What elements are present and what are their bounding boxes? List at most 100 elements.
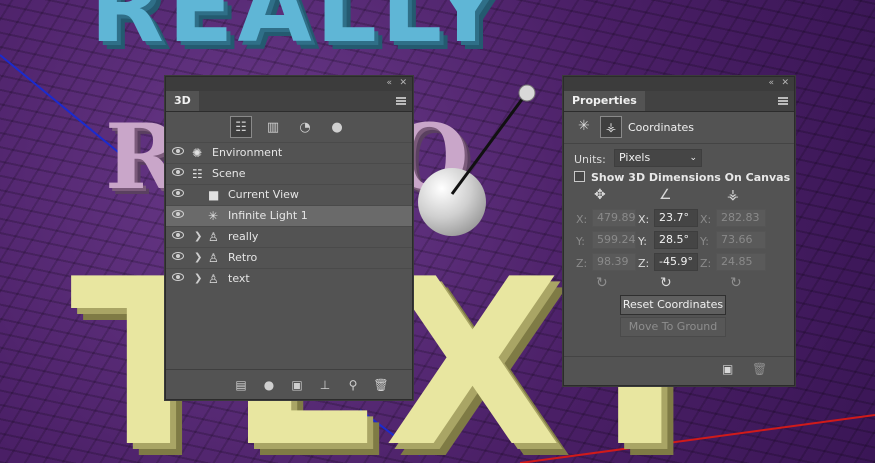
panel-menu-icon[interactable] bbox=[778, 97, 788, 105]
tree-item-scene[interactable]: ☷ Scene bbox=[166, 163, 412, 184]
collapse-icon[interactable]: « bbox=[386, 78, 392, 88]
move-to-ground-button[interactable]: Move To Ground bbox=[620, 317, 726, 337]
units-label: Units: bbox=[574, 153, 606, 166]
move-position-icon: ✥ bbox=[594, 187, 606, 203]
panel-bottom-toolbar: ▤ ● ▣ ⊥ ⚲ 🗑 bbox=[166, 369, 412, 399]
scale-y-label: Y: bbox=[700, 235, 709, 248]
tree-item-label: really bbox=[228, 230, 259, 243]
3d-panel: « ✕ 3D ☷ ▥ ◔ ● ✺ Environment ☷ Scene ■ C… bbox=[165, 76, 413, 400]
units-value: Pixels bbox=[619, 151, 651, 164]
mesh-filter-icon[interactable]: ▥ bbox=[262, 116, 284, 138]
tree-item-label: Environment bbox=[212, 146, 283, 159]
light-handle-knob bbox=[518, 84, 536, 102]
filter-toolbar: ☷ ▥ ◔ ● bbox=[166, 112, 412, 142]
pos-z-label: Z: bbox=[576, 257, 588, 270]
scale-z-field[interactable]: 24.85 bbox=[716, 253, 766, 271]
tab-properties[interactable]: Properties bbox=[564, 91, 645, 111]
chevron-right-icon[interactable]: ❯ bbox=[194, 248, 202, 268]
mesh-icon: ♙ bbox=[208, 251, 219, 265]
camera-move-icon[interactable]: ⚲ bbox=[344, 376, 362, 394]
rot-y-label: Y: bbox=[638, 235, 647, 248]
panel-menu-icon[interactable] bbox=[396, 97, 406, 105]
scale-z-label: Z: bbox=[700, 257, 712, 270]
ground-icon[interactable]: ⊥ bbox=[316, 376, 334, 394]
properties-section-tabs: ✳ ⚶ Coordinates bbox=[564, 112, 794, 142]
visibility-eye-icon[interactable] bbox=[172, 147, 184, 155]
section-divider bbox=[564, 143, 794, 144]
rot-x-label: X: bbox=[638, 213, 650, 226]
visibility-eye-icon[interactable] bbox=[172, 210, 184, 218]
environment-icon: ✺ bbox=[192, 146, 203, 160]
camera-icon: ■ bbox=[208, 188, 220, 202]
tree-item-infinite-light[interactable]: ✳ Infinite Light 1 bbox=[166, 205, 412, 226]
chevron-down-icon: ⌄ bbox=[689, 153, 697, 163]
units-select[interactable]: Pixels ⌄ bbox=[614, 149, 702, 167]
tree-item-label: Scene bbox=[212, 167, 246, 180]
scene-filter-icon[interactable]: ☷ bbox=[230, 116, 252, 138]
tree-item-current-view[interactable]: ■ Current View bbox=[166, 184, 412, 205]
reset-scale-icon[interactable]: ↻ bbox=[730, 275, 742, 291]
close-icon[interactable]: ✕ bbox=[781, 78, 789, 88]
tree-item-retro[interactable]: ❯ ♙ Retro bbox=[166, 247, 412, 268]
light-filter-icon[interactable]: ● bbox=[326, 116, 348, 138]
render-icon[interactable]: ▤ bbox=[232, 376, 250, 394]
tree-item-label: Current View bbox=[228, 188, 299, 201]
tree-item-label: Retro bbox=[228, 251, 258, 264]
light-icon: ✳ bbox=[208, 209, 219, 223]
coordinates-tab-icon[interactable]: ⚶ bbox=[600, 116, 622, 138]
rotation-y-field[interactable]: 28.5° bbox=[654, 231, 698, 249]
pos-y-label: Y: bbox=[576, 235, 585, 248]
tree-item-environment[interactable]: ✺ Environment bbox=[166, 142, 412, 163]
reset-coordinates-button[interactable]: Reset Coordinates bbox=[620, 295, 726, 315]
infinite-light-icon[interactable]: ✳ bbox=[578, 118, 590, 134]
mesh-icon: ♙ bbox=[208, 272, 219, 286]
panel-tabs: 3D bbox=[166, 91, 412, 112]
chevron-right-icon[interactable]: ❯ bbox=[194, 269, 202, 289]
show-dimensions-checkbox[interactable] bbox=[574, 171, 585, 182]
rotation-z-field[interactable]: -45.9° bbox=[654, 253, 698, 271]
tree-item-label: text bbox=[228, 272, 250, 285]
visibility-eye-icon[interactable] bbox=[172, 231, 184, 239]
add-light-icon[interactable]: ● bbox=[260, 376, 278, 394]
scale-y-field[interactable]: 73.66 bbox=[716, 231, 766, 249]
delete-icon[interactable]: 🗑 bbox=[752, 362, 767, 376]
show-dimensions-label: Show 3D Dimensions On Canvas bbox=[591, 171, 791, 184]
scene-tree: ✺ Environment ☷ Scene ■ Current View ✳ I… bbox=[166, 142, 412, 289]
panel-titlebar[interactable]: « ✕ bbox=[166, 77, 412, 91]
reset-position-icon[interactable]: ↻ bbox=[596, 275, 608, 291]
scale-x-field[interactable]: 282.83 bbox=[716, 209, 766, 227]
light-direction-line bbox=[450, 93, 528, 195]
rotation-x-field[interactable]: 23.7° bbox=[654, 209, 698, 227]
visibility-eye-icon[interactable] bbox=[172, 252, 184, 260]
tree-item-really[interactable]: ❯ ♙ really bbox=[166, 226, 412, 247]
reset-rotation-icon[interactable]: ↻ bbox=[660, 275, 672, 291]
mesh-icon: ♙ bbox=[208, 230, 219, 244]
material-filter-icon[interactable]: ◔ bbox=[294, 116, 316, 138]
new-view-icon[interactable]: ▣ bbox=[288, 376, 306, 394]
chevron-right-icon[interactable]: ❯ bbox=[194, 227, 202, 247]
position-y-field[interactable]: 599.24 bbox=[592, 231, 636, 249]
scale-x-label: X: bbox=[700, 213, 712, 226]
position-z-field[interactable]: 98.39 bbox=[592, 253, 636, 271]
properties-bottom-toolbar: ▣ 🗑 bbox=[564, 356, 794, 385]
tree-item-text[interactable]: ❯ ♙ text bbox=[166, 268, 412, 289]
visibility-eye-icon[interactable] bbox=[172, 189, 184, 197]
close-icon[interactable]: ✕ bbox=[399, 78, 407, 88]
panel-titlebar[interactable]: « ✕ bbox=[564, 77, 794, 91]
panel-tabs: Properties bbox=[564, 91, 794, 112]
visibility-eye-icon[interactable] bbox=[172, 168, 184, 176]
pos-x-label: X: bbox=[576, 213, 588, 226]
rotate-angle-icon: ∠ bbox=[659, 187, 672, 203]
collapse-icon[interactable]: « bbox=[768, 78, 774, 88]
position-x-field[interactable]: 479.89 bbox=[592, 209, 636, 227]
visibility-eye-icon[interactable] bbox=[172, 273, 184, 281]
tree-item-label: Infinite Light 1 bbox=[228, 209, 308, 222]
scale-icon: ⚶ bbox=[727, 187, 739, 203]
scene-icon: ☷ bbox=[192, 167, 203, 181]
tab-3d[interactable]: 3D bbox=[166, 91, 199, 111]
section-title: Coordinates bbox=[628, 121, 695, 134]
render-icon[interactable]: ▣ bbox=[722, 362, 733, 376]
properties-panel: « ✕ Properties ✳ ⚶ Coordinates Units: Pi… bbox=[563, 76, 795, 386]
rot-z-label: Z: bbox=[638, 257, 650, 270]
delete-icon[interactable]: 🗑 bbox=[372, 376, 390, 394]
